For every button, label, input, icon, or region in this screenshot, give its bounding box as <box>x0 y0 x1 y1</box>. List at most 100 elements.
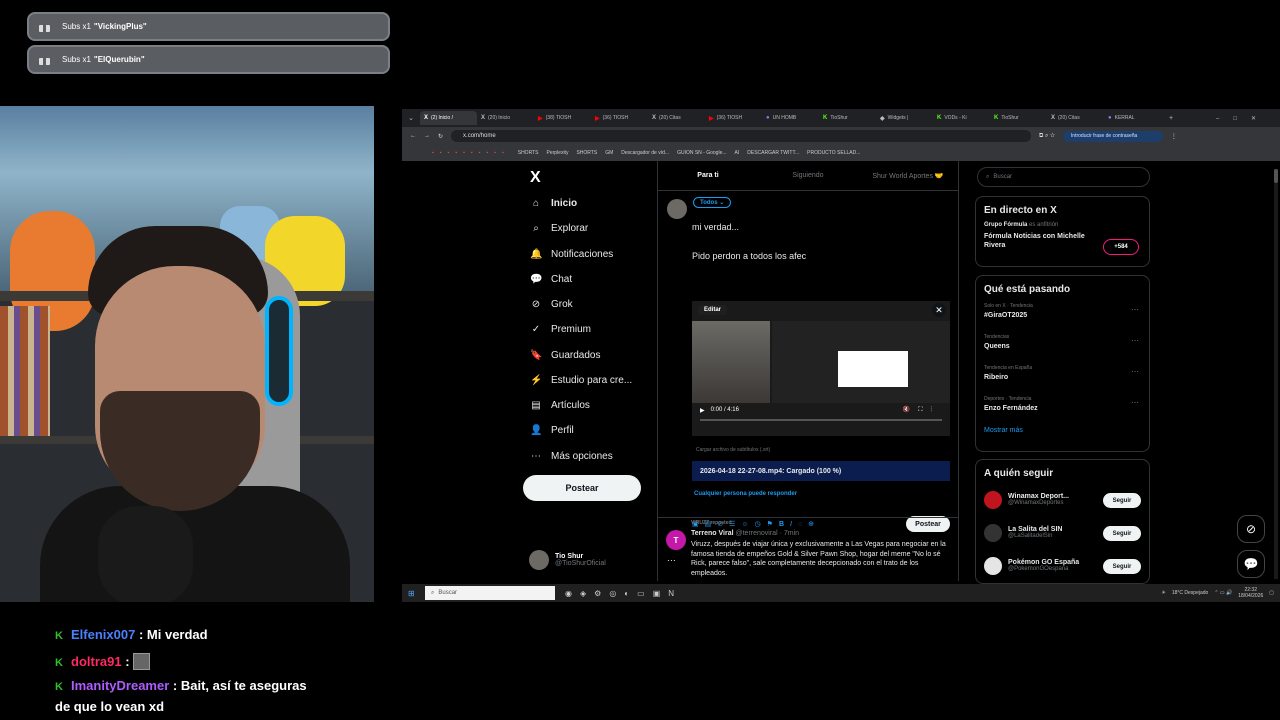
follow-button[interactable]: Seguir <box>1103 526 1141 541</box>
account-switcher[interactable]: Tio Shur @TioShurOficial ⋯ <box>529 550 676 570</box>
chat-message: K ImanityDreamer : Bait, así te aseguras <box>55 678 307 693</box>
follow-item[interactable]: Pokémon GO España @PokemonGOespana Seguir <box>976 549 1149 582</box>
play-icon[interactable]: ▶ <box>700 407 705 414</box>
browser-tab[interactable]: X (2) Inicio / <box>420 111 477 125</box>
discord-icon: ◎ <box>609 588 617 598</box>
tab-siguiendo[interactable]: Siguiendo <box>758 161 858 190</box>
nav-perfil[interactable]: 👤 Perfil <box>530 425 650 436</box>
italic-icon[interactable]: I <box>790 521 792 528</box>
nav-explorar[interactable]: ⌕ Explorar <box>530 223 650 234</box>
avatar <box>529 550 549 570</box>
bookmark-item[interactable]: AI <box>735 150 740 156</box>
feed-post[interactable]: VIRUZZ reposteó T Terreno Viral @terreno… <box>658 517 958 577</box>
more-icon: ⋯ <box>1131 305 1139 314</box>
compose-post-button[interactable]: Postear <box>906 516 950 532</box>
add-icon[interactable]: ⊕ <box>808 520 814 528</box>
browser-tab[interactable]: ● KERRAL <box>1104 111 1161 125</box>
nav-inicio[interactable]: ⌂ Inicio <box>530 198 650 209</box>
follow-button[interactable]: Seguir <box>1103 493 1141 508</box>
nav-notificaciones[interactable]: 🔔 Notificaciones <box>530 249 650 260</box>
browser-tab[interactable]: ● UN HOMB <box>762 111 819 125</box>
compose-text[interactable]: mi verdad... <box>692 222 739 232</box>
compose-text[interactable]: Pido perdon a todos los afec <box>692 251 806 261</box>
webcam-feed <box>0 106 374 602</box>
follow-item[interactable]: Winamax Deport... @WinamaxDeportes Seguir <box>976 483 1149 516</box>
chat-message: K Elfenix007 : Mi verdad <box>55 627 208 642</box>
browser-tab[interactable]: K TioShur <box>990 111 1047 125</box>
video-controls: ▶ 0:00 / 4:16 🔇⛶⋮ <box>692 403 950 417</box>
browser-tab[interactable]: X (20) Citas <box>648 111 705 125</box>
browser-tab[interactable]: K TioShur <box>819 111 876 125</box>
bookmark-item[interactable]: Perplexity <box>546 150 568 156</box>
nav-grok[interactable]: ⊘ Grok <box>530 299 650 310</box>
browser-tab[interactable]: X (20) Inicio <box>477 111 534 125</box>
url-input[interactable]: x.com/home <box>451 130 1032 142</box>
subtitles-upload[interactable]: Cargar archivo de subtítulos (.srt) <box>696 447 770 453</box>
trend-item[interactable]: Tendencia en España Ribeiro ⋯ <box>976 361 1149 392</box>
back-icon[interactable]: ← <box>410 133 416 139</box>
nav-estudio[interactable]: ⚡ Estudio para cre... <box>530 375 650 386</box>
start-icon[interactable]: ⊞ <box>408 589 415 598</box>
more-icon: ⋯ <box>1131 367 1139 376</box>
browser-tab[interactable]: K VODs - Ki <box>933 111 990 125</box>
bookmark-item[interactable]: SHORTS <box>576 150 597 156</box>
grok-icon[interactable]: ⊘ <box>1237 515 1265 543</box>
close-icon[interactable]: ✕ <box>932 303 946 317</box>
forward-icon[interactable]: → <box>424 133 430 139</box>
scrollbar[interactable] <box>1274 169 1278 579</box>
bold-icon[interactable]: B <box>779 521 784 528</box>
trend-item[interactable]: Deportes · Tendencia Enzo Fernández ⋯ <box>976 392 1149 423</box>
nav-guardados[interactable]: 🔖 Guardados <box>530 350 650 361</box>
bookmark-item[interactable]: Descargador de víd... <box>621 150 669 156</box>
show-more-link[interactable]: Mostrar más <box>976 423 1149 444</box>
window-controls[interactable]: –□✕ <box>1216 115 1280 122</box>
password-button[interactable]: Introducir frase de contraseña <box>1062 130 1163 142</box>
extensions-icon[interactable]: ⧉ ⌕ ☆ <box>1039 133 1055 140</box>
new-tab-icon[interactable]: + <box>1169 115 1173 122</box>
emoji-icon[interactable]: ☺ <box>741 521 748 528</box>
repost-label: VIRUZZ reposteó <box>691 520 732 526</box>
bookmark-item[interactable]: DESCARGAR TWITT... <box>747 150 799 156</box>
follow-item[interactable]: La Salita del SIN @LaSalitadelSin Seguir <box>976 516 1149 549</box>
nav-mas-opciones[interactable]: ⋯ Más opciones <box>530 451 650 462</box>
trend-item[interactable]: Solo en X · Tendencia #GiraOT2025 ⋯ <box>976 299 1149 330</box>
browser-tab[interactable]: X (20) Citas <box>1047 111 1104 125</box>
nav-chat[interactable]: 💬 Chat <box>530 274 650 285</box>
menu-icon[interactable]: ⋮ <box>1171 133 1177 140</box>
trend-item[interactable]: Tendencias Queens ⋯ <box>976 330 1149 361</box>
edit-button[interactable]: Editar <box>698 305 728 315</box>
bookmark-item[interactable]: GUION SN - Google... <box>677 150 726 156</box>
nav-premium[interactable]: ✓ Premium <box>530 324 650 335</box>
video-tools-icon[interactable]: 🔇⛶⋮ <box>903 406 940 414</box>
schedule-icon[interactable]: ◷ <box>755 520 761 528</box>
tray-icons[interactable]: ⌃ ▭ 🔊 <box>1214 590 1232 596</box>
bookmark-item[interactable]: PRODUCTO SELLAD... <box>807 150 860 156</box>
tab-menu-icon[interactable]: ⌄ <box>402 114 420 122</box>
x-logo[interactable]: X <box>530 169 541 187</box>
browser-tab[interactable]: ▶ (38) TIOSH <box>534 111 591 125</box>
timeline: Para ti Siguiendo Shur World Aportes 🤝 T… <box>657 161 959 581</box>
progress-bar[interactable] <box>700 419 942 421</box>
clock[interactable]: 22:32 18/04/2026 <box>1238 587 1263 599</box>
location-icon[interactable]: ⚑ <box>767 520 773 528</box>
bookmark-item[interactable]: SHORTS <box>518 150 539 156</box>
post-button[interactable]: Postear <box>523 475 641 501</box>
browser-tab[interactable]: ▶ (36) TIOSH <box>705 111 762 125</box>
taskbar-search[interactable]: ⌕ Buscar <box>425 586 555 600</box>
bookmark-icons[interactable]: ▪▪▪▪▪▪▪▪▪▪ <box>432 150 510 156</box>
browser-tab[interactable]: ▶ (36) TIOSH <box>591 111 648 125</box>
live-listeners[interactable]: +584 <box>1103 239 1139 255</box>
notification-icon[interactable]: ▢ <box>1269 590 1274 596</box>
search-input[interactable]: ⌕ Buscar <box>977 167 1150 187</box>
tab-shur-world[interactable]: Shur World Aportes 🤝 <box>858 161 958 190</box>
reload-icon[interactable]: ↻ <box>438 133 443 140</box>
follow-button[interactable]: Seguir <box>1103 559 1141 574</box>
audience-selector[interactable]: Todos ⌄ <box>693 197 732 208</box>
bookmark-item[interactable]: GM <box>605 150 613 156</box>
nav-articulos[interactable]: ▤ Artículos <box>530 400 650 411</box>
tab-para-ti[interactable]: Para ti <box>658 161 758 190</box>
browser-tab[interactable]: ◆ Widgets | <box>876 111 933 125</box>
taskbar-apps[interactable]: ◉ ◈ ⚙ ◎ ◐ ▭ ▣ N <box>565 589 674 598</box>
messages-icon[interactable]: 💬 <box>1237 550 1265 578</box>
reply-setting[interactable]: Cualquier persona puede responder <box>694 491 797 497</box>
